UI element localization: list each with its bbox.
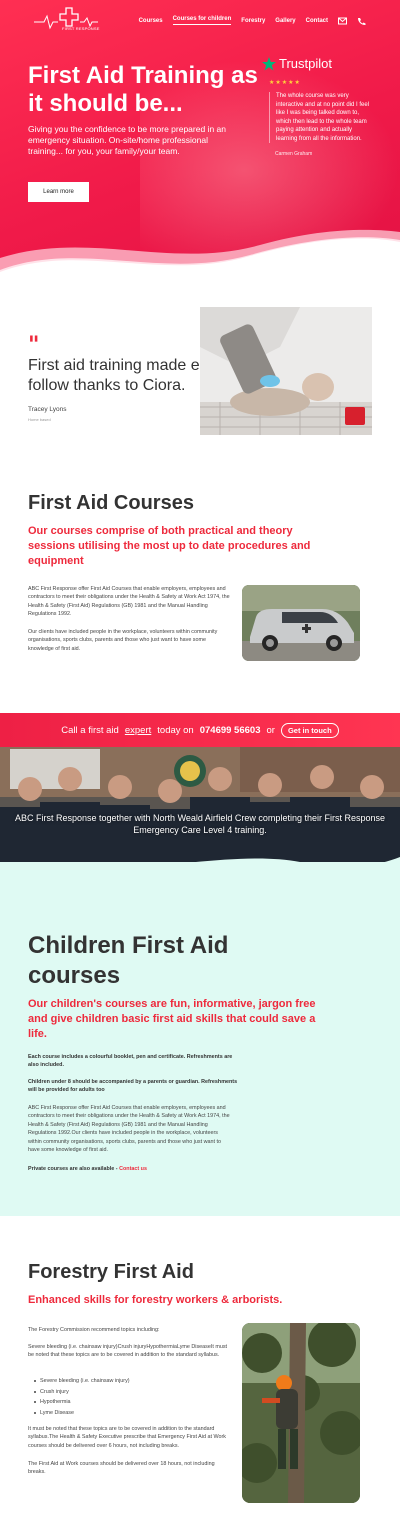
private-courses-text: Private courses are also available - <box>28 1166 118 1172</box>
arborist-image <box>242 1323 360 1503</box>
children-bold-2: Children under 8 should be accompanied b… <box>28 1079 238 1094</box>
phone-icon[interactable] <box>357 17 366 25</box>
hero-section: FIRST RESPONSE Courses Courses for child… <box>0 0 400 290</box>
page: FIRST RESPONSE Courses Courses for child… <box>0 0 400 1532</box>
logo[interactable] <box>34 6 98 36</box>
list-item: Severe bleeding (i.e. chainsaw injury) <box>34 1376 130 1387</box>
cta-phone[interactable]: 074699 56603 <box>200 725 261 736</box>
children-private-note: Private courses are also available - Con… <box>28 1166 147 1172</box>
courses-paragraph-1: ABC First Response offer First Aid Cours… <box>28 586 230 618</box>
children-subtitle: Our children's courses are fun, informat… <box>28 998 316 1040</box>
cpr-training-image <box>200 307 372 435</box>
learn-more-button[interactable]: Learn more <box>28 182 89 202</box>
van-image <box>242 585 360 661</box>
list-item: Lyme Disease <box>34 1408 130 1419</box>
mail-icon[interactable] <box>338 17 347 25</box>
nav-courses[interactable]: Courses <box>139 18 163 24</box>
hero-lede: Giving you the confidence to be more pre… <box>28 124 226 156</box>
hero-wave <box>0 229 400 290</box>
cta-text-before: Call a first aid <box>61 724 119 736</box>
star-icon <box>262 56 276 70</box>
quote-mark: " <box>28 332 40 358</box>
cta-text-middle: today on <box>157 724 194 736</box>
trustpilot-author: Carmen Graham <box>275 151 313 157</box>
nav-contact[interactable]: Contact <box>306 18 328 24</box>
children-title: Children First Aid courses <box>28 932 229 989</box>
children-bold-1: Each course includes a colourful booklet… <box>28 1054 233 1069</box>
trustpilot-widget[interactable]: Trustpilot ★★★★★ The whole course was ve… <box>262 56 372 157</box>
call-to-action-bar: Call a first aid expert today on 074699 … <box>0 713 400 747</box>
trustpilot-stars: ★★★★★ <box>269 80 301 86</box>
forestry-title: Forestry First Aid <box>28 1261 194 1283</box>
trustpilot-quote: The whole course was very interactive an… <box>269 92 372 143</box>
team-caption: ABC First Response together with North W… <box>15 813 385 835</box>
logo-cross-icon <box>34 7 98 30</box>
trustpilot-logo: Trustpilot <box>262 56 372 71</box>
forestry-subtitle: Enhanced skills for forestry workers & a… <box>28 1294 283 1306</box>
list-item: Crush injury <box>34 1387 130 1398</box>
contact-us-link[interactable]: Contact us <box>119 1166 147 1172</box>
testimonial-name: Tracey Lyons <box>28 406 67 413</box>
testimonial-location: Home based <box>28 417 51 422</box>
forestry-topic-list: Severe bleeding (i.e. chainsaw injury) C… <box>34 1376 130 1418</box>
main-nav: Courses Courses for children Forestry Ga… <box>139 16 366 25</box>
logo-tagline: FIRST RESPONSE <box>62 26 100 31</box>
get-in-touch-button[interactable]: Get in touch <box>280 722 339 738</box>
children-paragraph: ABC First Response offer First Aid Cours… <box>28 1105 230 1154</box>
courses-subtitle: Our courses comprise of both practical a… <box>28 525 311 567</box>
cta-expert-link[interactable]: expert <box>125 725 151 736</box>
forestry-paragraph-3: It must be noted that these topics are t… <box>28 1426 226 1449</box>
trustpilot-brand: Trustpilot <box>279 56 332 71</box>
cta-text-or: or <box>266 724 275 736</box>
courses-title: First Aid Courses <box>28 492 194 514</box>
nav-forestry[interactable]: Forestry <box>241 18 265 24</box>
list-item: Hypothermia <box>34 1397 130 1408</box>
forestry-paragraph-4: The First Aid at Work courses should be … <box>28 1461 215 1476</box>
nav-courses-for-children[interactable]: Courses for children <box>172 16 232 25</box>
nav-gallery[interactable]: Gallery <box>275 18 295 24</box>
forestry-paragraph-2: Severe bleeding (i.e. chainsaw injury)Cr… <box>28 1344 228 1359</box>
forestry-paragraph-1: The Forestry Commission recommend topics… <box>28 1327 160 1333</box>
courses-paragraph-2: Our clients have included people in the … <box>28 629 218 652</box>
hero-title: First Aid Training as it should be... <box>28 62 258 117</box>
